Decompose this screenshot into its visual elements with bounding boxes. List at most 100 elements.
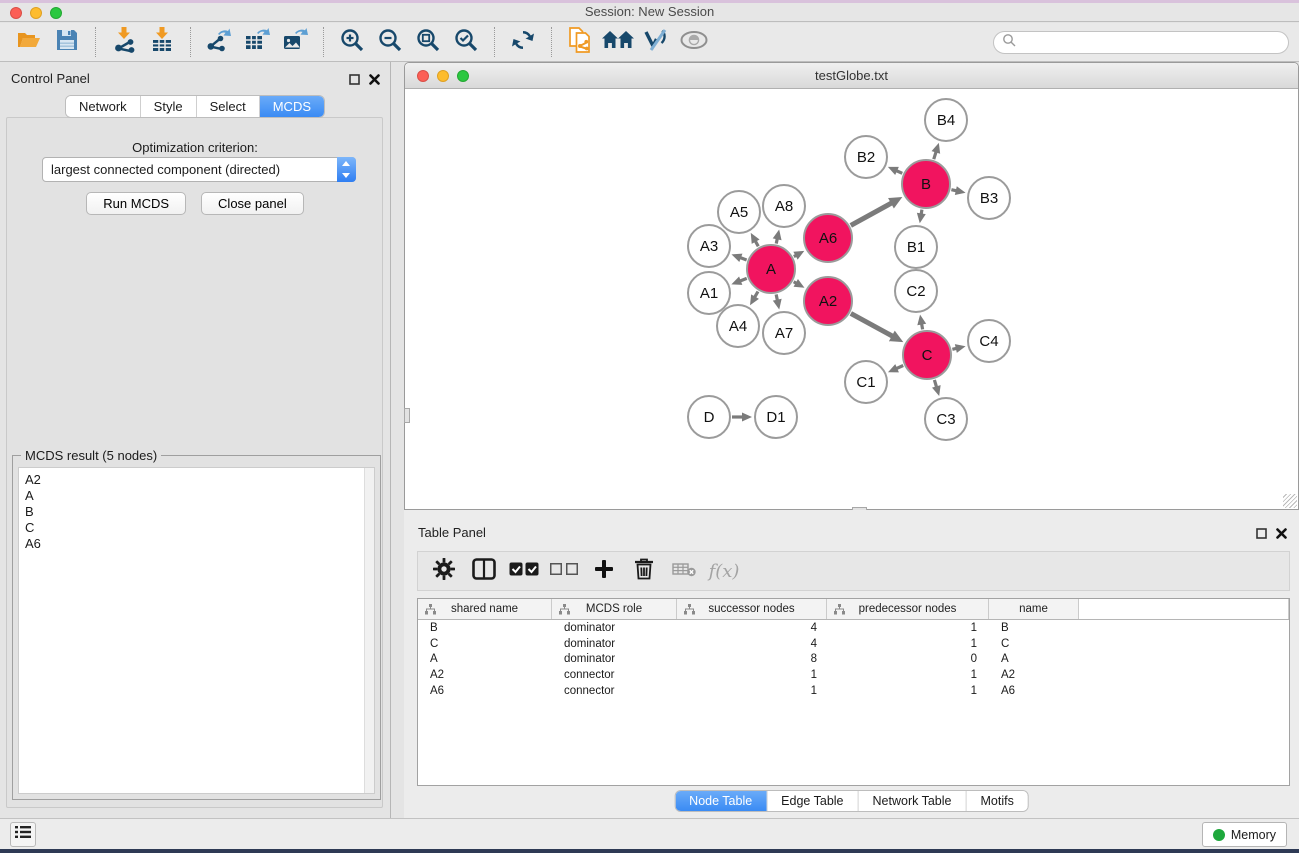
mcds-result-item[interactable]: A2 <box>25 472 374 488</box>
table-body[interactable]: Bdominator41BCdominator41CAdominator80AA… <box>418 620 1289 699</box>
deselect-all-button[interactable] <box>544 554 584 588</box>
table-cell[interactable]: 4 <box>677 622 827 634</box>
run-mcds-button[interactable]: Run MCDS <box>86 192 186 215</box>
table-cell[interactable]: A6 <box>418 685 552 697</box>
graph-node-C[interactable]: C <box>902 330 952 380</box>
column-header-successor-nodes[interactable]: successor nodes <box>677 599 827 619</box>
graph-node-A4[interactable]: A4 <box>716 304 760 348</box>
tab-edge-table[interactable]: Edge Table <box>767 791 858 811</box>
criterion-select[interactable]: largest connected component (directed) <box>42 157 356 182</box>
hide-graphics-details-button[interactable] <box>637 26 675 58</box>
export-image-button[interactable] <box>276 26 314 58</box>
function-builder-button[interactable]: f(x) <box>704 554 744 588</box>
open-folder-button[interactable] <box>10 26 48 58</box>
mcds-result-list[interactable]: A2ABCA6 <box>18 467 375 794</box>
graph-node-B1[interactable]: B1 <box>894 225 938 269</box>
table-cell[interactable]: dominator <box>552 638 677 650</box>
table-row[interactable]: Cdominator41C <box>418 636 1289 652</box>
search-input[interactable] <box>1021 36 1288 50</box>
tab-motifs[interactable]: Motifs <box>966 791 1027 811</box>
graph-node-C3[interactable]: C3 <box>924 397 968 441</box>
table-cell[interactable]: 4 <box>677 638 827 650</box>
graph-node-D[interactable]: D <box>687 395 731 439</box>
table-cell[interactable]: B <box>418 622 552 634</box>
close-panel-button[interactable]: Close panel <box>201 192 304 215</box>
tab-mcds[interactable]: MCDS <box>260 96 324 117</box>
table-row[interactable]: A2connector11A2 <box>418 667 1289 683</box>
result-scrollbar[interactable] <box>364 468 374 793</box>
zoom-fit-button[interactable] <box>409 26 447 58</box>
column-header-shared-name[interactable]: shared name <box>418 599 552 619</box>
graph-node-B3[interactable]: B3 <box>967 176 1011 220</box>
table-cell[interactable]: connector <box>552 685 677 697</box>
table-cell[interactable]: dominator <box>552 622 677 634</box>
graph-node-A2[interactable]: A2 <box>803 276 853 326</box>
graph-edge[interactable] <box>851 313 894 336</box>
table-cell[interactable]: connector <box>552 669 677 681</box>
show-panels-button[interactable] <box>10 822 36 847</box>
left-edge-grip[interactable] <box>404 408 410 423</box>
select-all-button[interactable] <box>504 554 544 588</box>
search-field[interactable] <box>993 31 1289 54</box>
column-header-predecessor-nodes[interactable]: predecessor nodes <box>827 599 989 619</box>
table-row[interactable]: Bdominator41B <box>418 620 1289 636</box>
zoom-selected-button[interactable] <box>447 26 485 58</box>
tab-style[interactable]: Style <box>141 96 197 117</box>
delete-button[interactable] <box>624 554 664 588</box>
graph-node-B[interactable]: B <box>901 159 951 209</box>
table-cell[interactable]: 0 <box>827 653 989 665</box>
export-network-button[interactable] <box>200 26 238 58</box>
import-table-button[interactable] <box>143 26 181 58</box>
zoom-out-button[interactable] <box>371 26 409 58</box>
eye-button[interactable] <box>675 26 713 58</box>
table-row[interactable]: Adominator80A <box>418 652 1289 668</box>
table-cell[interactable]: 1 <box>677 685 827 697</box>
toggle-column-view-button[interactable] <box>464 554 504 588</box>
graph-node-C4[interactable]: C4 <box>967 319 1011 363</box>
table-cell[interactable]: 1 <box>827 669 989 681</box>
tab-select[interactable]: Select <box>197 96 260 117</box>
mcds-result-item[interactable]: B <box>25 504 374 520</box>
table-cell[interactable]: dominator <box>552 653 677 665</box>
table-cell[interactable]: C <box>418 638 552 650</box>
close-panel-icon[interactable] <box>1276 526 1287 544</box>
graph-node-B4[interactable]: B4 <box>924 98 968 142</box>
table-settings-button[interactable] <box>424 554 464 588</box>
column-header-mcds-role[interactable]: MCDS role <box>552 599 677 619</box>
node-table[interactable]: shared name MCDS role successor nodes pr… <box>417 598 1290 786</box>
graph-node-A8[interactable]: A8 <box>762 184 806 228</box>
graph-node-A6[interactable]: A6 <box>803 213 853 263</box>
float-panel-icon[interactable] <box>1256 526 1267 544</box>
mcds-result-item[interactable]: A6 <box>25 536 374 552</box>
tab-network[interactable]: Network <box>66 96 141 117</box>
tab-node-table[interactable]: Node Table <box>675 791 767 811</box>
mcds-result-item[interactable]: A <box>25 488 374 504</box>
table-cell[interactable]: 8 <box>677 653 827 665</box>
network-window-titlebar[interactable]: testGlobe.txt <box>405 63 1298 89</box>
zoom-in-button[interactable] <box>333 26 371 58</box>
save-session-button[interactable] <box>48 26 86 58</box>
refresh-button[interactable] <box>504 26 542 58</box>
graph-node-A7[interactable]: A7 <box>762 311 806 355</box>
graph-node-A[interactable]: A <box>746 244 796 294</box>
table-cell[interactable]: 1 <box>827 638 989 650</box>
close-panel-icon[interactable] <box>369 72 380 90</box>
table-cell[interactable]: 1 <box>677 669 827 681</box>
delete-column-button[interactable] <box>664 554 704 588</box>
float-panel-icon[interactable] <box>349 72 360 90</box>
graph-edge[interactable] <box>851 202 893 225</box>
table-cell[interactable]: 1 <box>827 685 989 697</box>
table-cell[interactable]: C <box>989 638 1079 650</box>
network-canvas[interactable]: B4B2BB3B1A5A8A6A3AA1C2A4A7A2C4CC1C3DD1 <box>405 89 1298 509</box>
graph-node-C1[interactable]: C1 <box>844 360 888 404</box>
graph-node-A3[interactable]: A3 <box>687 224 731 268</box>
table-cell[interactable]: A <box>418 653 552 665</box>
table-cell[interactable]: 1 <box>827 622 989 634</box>
table-cell[interactable]: A2 <box>989 669 1079 681</box>
import-network-button[interactable] <box>105 26 143 58</box>
tab-network-table[interactable]: Network Table <box>859 791 967 811</box>
open-session-file-button[interactable] <box>561 26 599 58</box>
table-row[interactable]: A6connector11A6 <box>418 683 1289 699</box>
column-header-name[interactable]: name <box>989 599 1079 619</box>
table-cell[interactable]: B <box>989 622 1079 634</box>
